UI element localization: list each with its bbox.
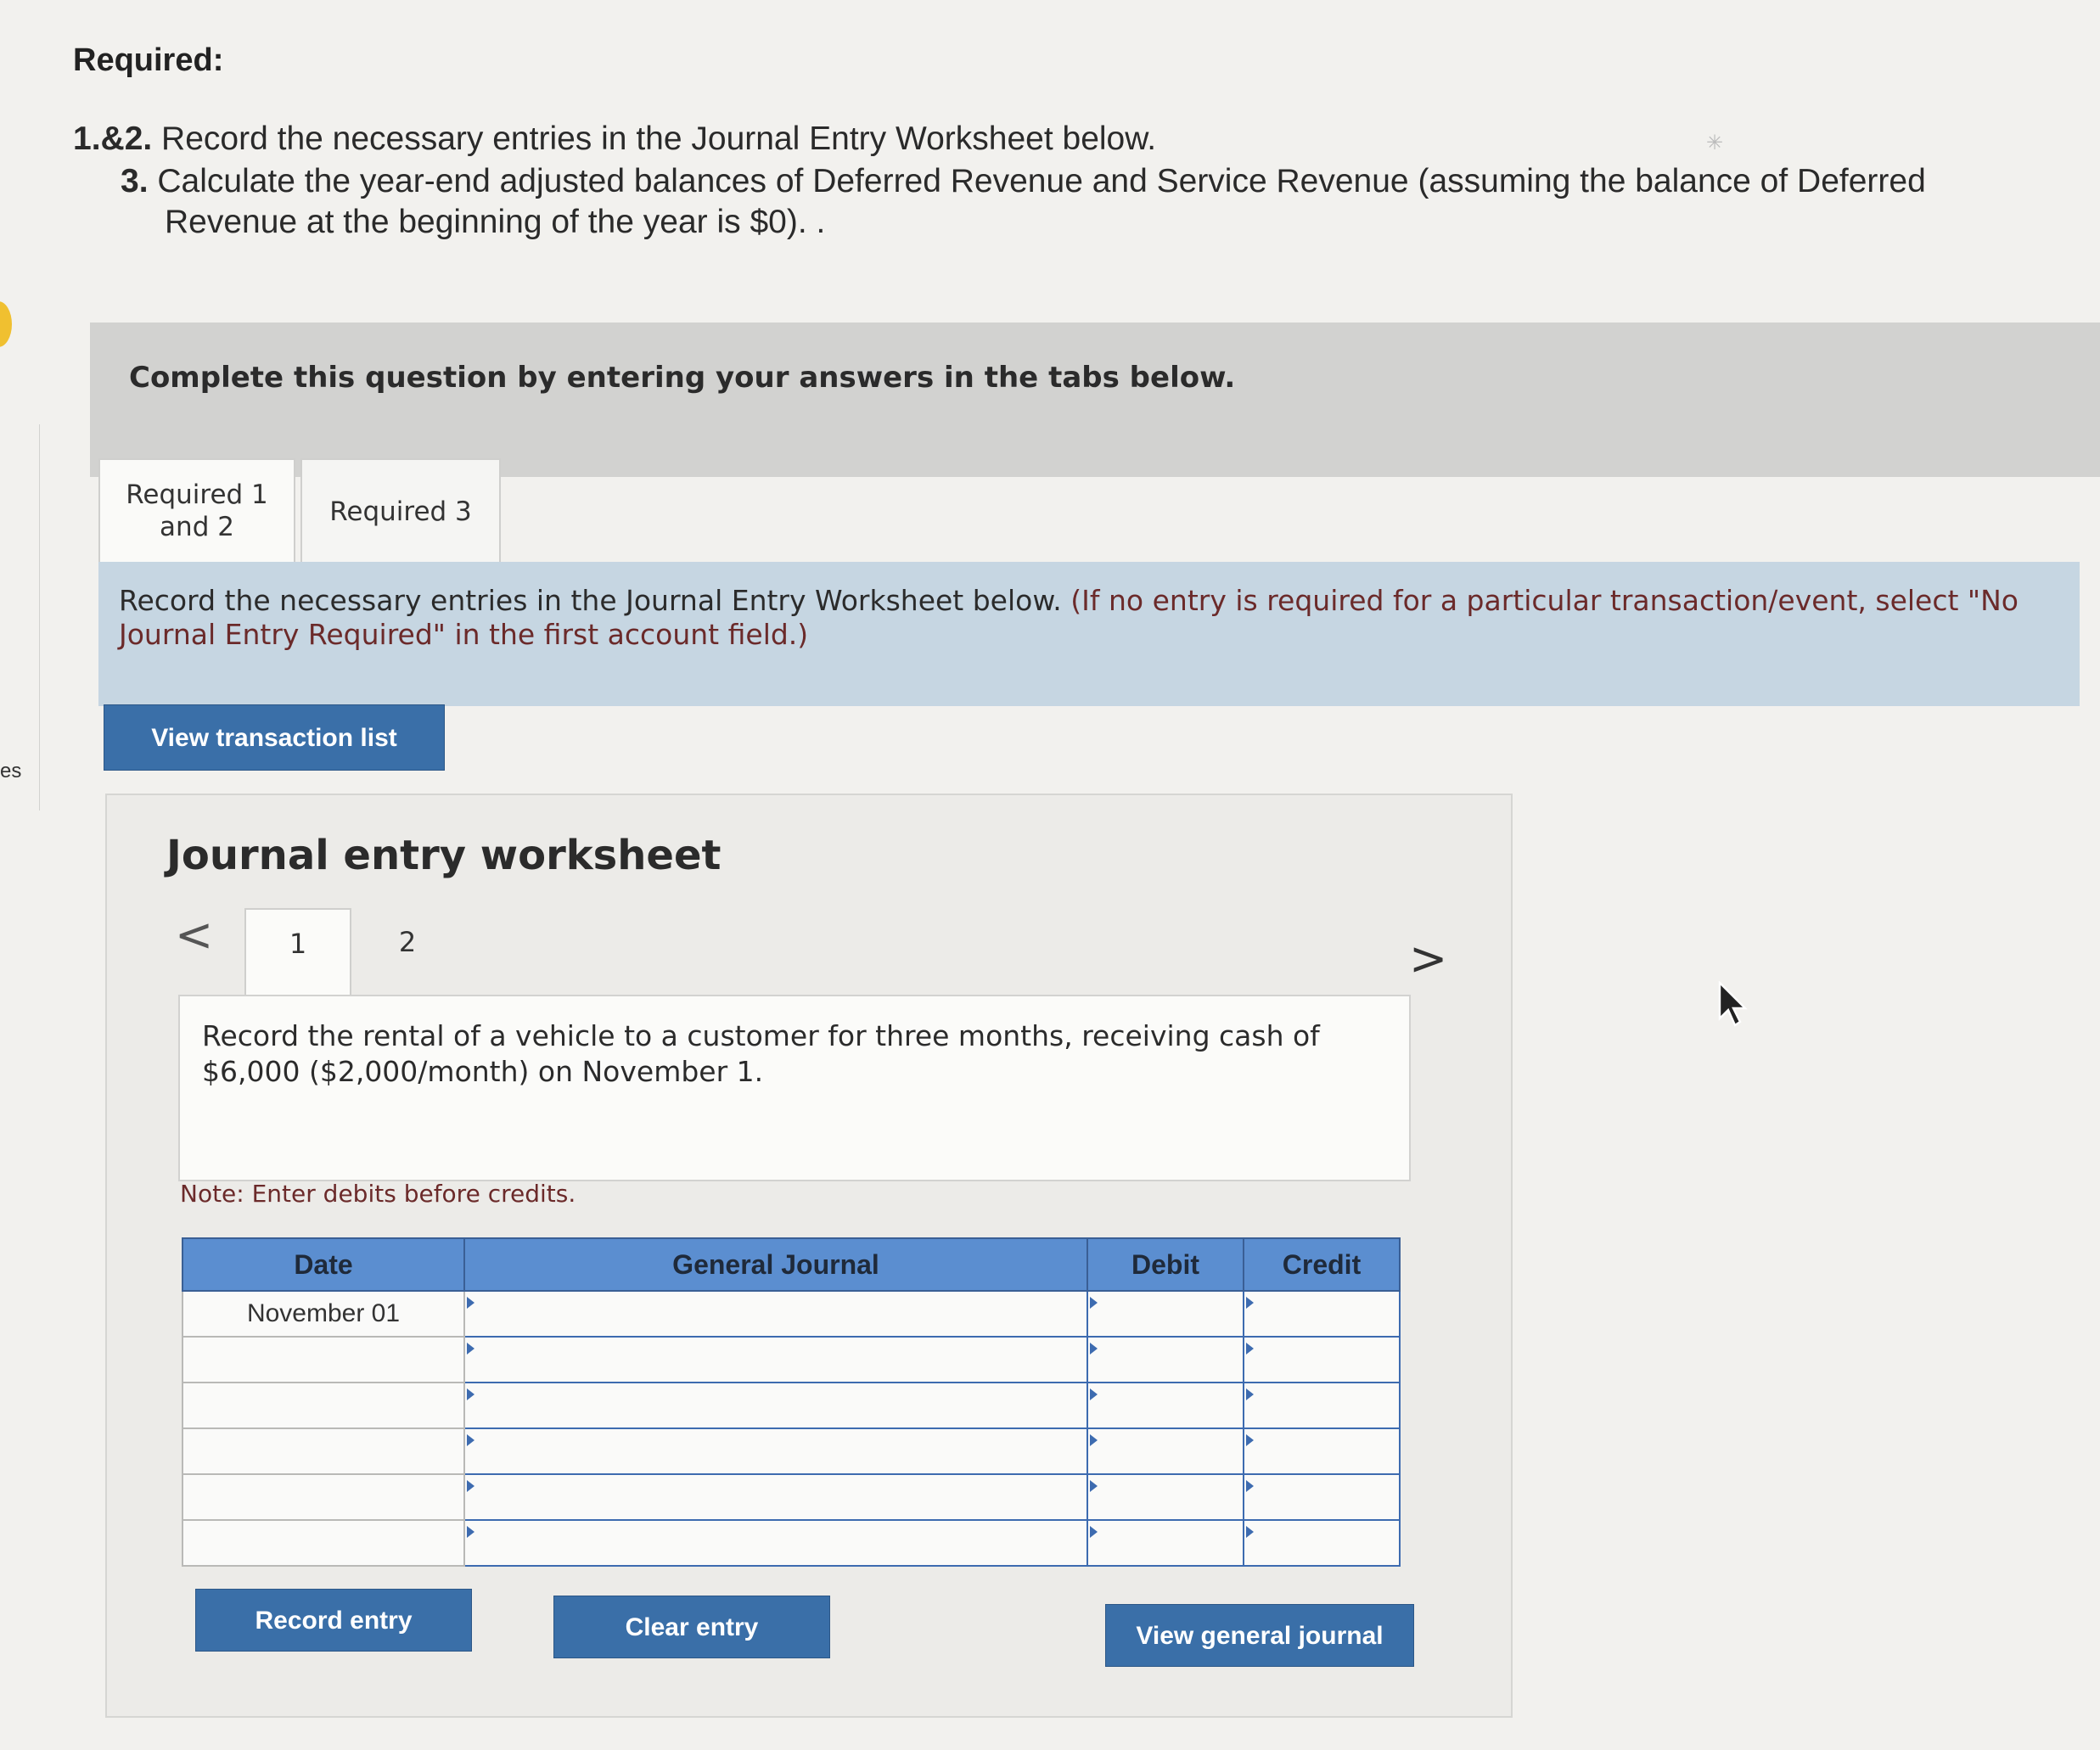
date-cell (182, 1473, 465, 1521)
date-cell: November 01 (182, 1290, 465, 1338)
requirement-number: 3. (121, 163, 149, 199)
debit-input[interactable] (1086, 1382, 1244, 1429)
left-panel-text-fragment: es (0, 760, 22, 782)
credit-input[interactable] (1243, 1336, 1401, 1383)
record-entry-button[interactable]: Record entry (195, 1589, 472, 1652)
tab-label-line1: Required 1 (126, 480, 268, 510)
column-header-credit: Credit (1243, 1237, 1401, 1292)
chevron-left-icon[interactable]: < (175, 908, 213, 962)
clear-entry-button[interactable]: Clear entry (553, 1596, 830, 1658)
journal-table-header: Date General Journal Debit Credit (182, 1237, 1401, 1292)
column-header-debit: Debit (1086, 1237, 1244, 1292)
worksheet-page-tab-2[interactable]: 2 (373, 920, 441, 964)
table-row (182, 1427, 1401, 1475)
column-header-date: Date (182, 1237, 465, 1292)
tab-required-1-and-2[interactable]: Required 1 and 2 (98, 458, 295, 562)
debit-input[interactable] (1086, 1473, 1244, 1521)
tab-label-line2: and 2 (160, 512, 234, 542)
credit-input[interactable] (1243, 1473, 1401, 1521)
tab-label: Required 3 (329, 496, 472, 527)
requirement-3: 3. Calculate the year-end adjusted balan… (121, 163, 1926, 200)
date-cell (182, 1336, 465, 1383)
sparkle-icon: ✳ (1706, 132, 1724, 154)
date-cell (182, 1427, 465, 1475)
table-row (182, 1519, 1401, 1567)
credit-input[interactable] (1243, 1427, 1401, 1475)
debit-input[interactable] (1086, 1519, 1244, 1567)
instructions-main: Record the necessary entries in the Jour… (119, 584, 1062, 617)
account-select[interactable] (463, 1427, 1088, 1475)
table-row (182, 1382, 1401, 1429)
instruction-banner (90, 323, 2100, 477)
debit-input[interactable] (1086, 1290, 1244, 1338)
requirement-number: 1.&2. (73, 121, 153, 157)
debit-input[interactable] (1086, 1427, 1244, 1475)
worksheet-page-tab-1[interactable]: 1 (244, 908, 351, 996)
instructions-text: Record the necessary entries in the Jour… (119, 584, 2071, 652)
chevron-right-icon[interactable]: > (1409, 932, 1447, 985)
requirement-1-2: 1.&2. Record the necessary entries in th… (73, 121, 1156, 158)
banner-text: Complete this question by entering your … (129, 361, 1236, 395)
credit-input[interactable] (1243, 1519, 1401, 1567)
tab-required-3[interactable]: Required 3 (300, 458, 501, 562)
credit-input[interactable] (1243, 1382, 1401, 1429)
left-panel-edge (0, 424, 40, 810)
table-row (182, 1336, 1401, 1383)
table-row: November 01 (182, 1290, 1401, 1338)
credit-input[interactable] (1243, 1290, 1401, 1338)
transaction-prompt: Record the rental of a vehicle to a cust… (202, 1019, 1320, 1088)
worksheet-title: Journal entry worksheet (166, 832, 722, 879)
view-general-journal-button[interactable]: View general journal (1105, 1604, 1414, 1667)
required-heading: Required: (73, 42, 224, 78)
account-select[interactable] (463, 1290, 1088, 1338)
debits-note: Note: Enter debits before credits. (180, 1180, 576, 1208)
account-select[interactable] (463, 1382, 1088, 1429)
requirement-3-continued: Revenue at the beginning of the year is … (165, 204, 826, 240)
journal-table: Date General Journal Debit Credit Novemb… (182, 1237, 1401, 1567)
mouse-cursor-icon (1718, 981, 1748, 1027)
account-select[interactable] (463, 1473, 1088, 1521)
date-cell (182, 1382, 465, 1429)
table-row (182, 1473, 1401, 1521)
date-cell (182, 1519, 465, 1567)
account-select[interactable] (463, 1519, 1088, 1567)
column-header-general-journal: General Journal (463, 1237, 1088, 1292)
view-transaction-list-button[interactable]: View transaction list (104, 704, 445, 771)
account-select[interactable] (463, 1336, 1088, 1383)
debit-input[interactable] (1086, 1336, 1244, 1383)
status-indicator-dot (0, 301, 12, 347)
requirement-text: Calculate the year-end adjusted balances… (148, 163, 1926, 199)
requirement-text: Record the necessary entries in the Jour… (152, 121, 1157, 157)
